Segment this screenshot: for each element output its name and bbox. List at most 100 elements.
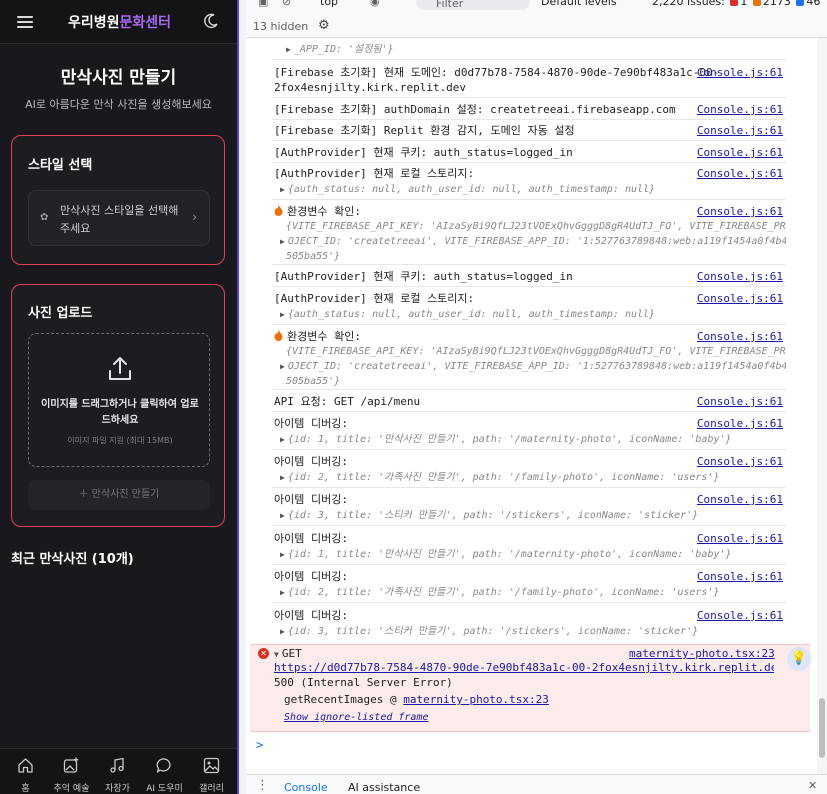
log-source-link[interactable]: Console.js:61 [697, 123, 783, 138]
log-object[interactable]: {id: 2, title: '가족사진 만들기', path: '/famil… [288, 472, 720, 483]
log-message: [AuthProvider] 현재 로컬 스토리지: [274, 292, 475, 305]
drawer-menu-icon[interactable]: ⋮ [256, 778, 269, 793]
log-entry: [Firebase 초기화] 현재 도메인: d0d77b78-7584-487… [272, 62, 786, 98]
log-entry: 환경변수 확인: {VITE_FIREBASE_API_KEY: 'AIzaSy… [272, 201, 786, 265]
console-scrollbar[interactable] [817, 38, 827, 774]
log-object[interactable]: {id: 1, title: '만삭사진 만들기', path: '/mater… [288, 434, 732, 445]
stack-source-link[interactable]: maternity-photo.tsx:23 [403, 693, 549, 706]
log-object[interactable]: {auth_status: null, auth_user_id: null, … [288, 309, 655, 320]
issues-button[interactable]: 2,220 Issues: 1 2173 46 [652, 0, 820, 8]
music-icon [110, 757, 124, 773]
sidebar-toggle-icon[interactable]: ▣ [258, 0, 268, 8]
log-object[interactable]: {auth_status: null, auth_user_id: null, … [288, 184, 655, 195]
style-select-text: 만삭사진 스타일을 선택해주세요 [60, 204, 179, 235]
style-select[interactable]: ✿ 만삭사진 스타일을 선택해주세요 › [28, 190, 210, 246]
log-object[interactable]: {id: 3, title: '스티커 만들기', path: '/sticke… [288, 510, 698, 521]
log-message: 아이템 디버깅: [274, 570, 348, 583]
log-entry: 아이템 디버깅: ▶ {id: 2, title: '가족사진 만들기', pat… [272, 451, 786, 488]
settings-gear-icon[interactable]: ⚙ [318, 18, 330, 33]
log-source-link[interactable]: Console.js:61 [697, 569, 783, 584]
context-select[interactable]: top [320, 0, 338, 8]
brand-logo[interactable]: 우리병원문화센터 [68, 12, 171, 32]
log-entry: API 요청: GET /api/menu Console.js:61 [272, 391, 786, 412]
log-object[interactable]: {id: 2, title: '가족사진 만들기', path: '/famil… [288, 587, 720, 598]
upload-card: 사진 업로드 이미지를 드래그하거나 클릭하여 업로드하세요 이미지 파일 지원… [11, 284, 225, 527]
style-card: 스타일 선택 ✿ 만삭사진 스타일을 선택해주세요 › [11, 135, 225, 265]
eye-icon[interactable]: ◉ [370, 0, 380, 8]
ai-insight-button[interactable]: 💡 [787, 647, 811, 671]
nav-memory-art-label: 추억 예술 [53, 784, 90, 794]
log-source-link[interactable]: Console.js:61 [697, 394, 783, 409]
console-log-area: ▶ _APP_ID: '설정됨'} [Firebase 초기화] 현재 도메인: … [246, 38, 827, 774]
log-entry: 아이템 디버깅: ▶ {id: 3, title: '스티커 만들기', path… [272, 489, 786, 526]
chevron-right-icon: › [192, 210, 197, 224]
sparkle-icon: ✿ [40, 212, 49, 223]
nav-lullaby[interactable]: 자장가 [94, 749, 141, 794]
log-entry: [Firebase 초기화] Replit 환경 감지, 도메인 자동 설정 C… [272, 120, 786, 141]
log-object[interactable]: {VITE_FIREBASE_API_KEY: 'AIzaSyBi9QfLJ23… [286, 219, 786, 234]
nav-gallery[interactable]: 갤러리 [188, 749, 235, 794]
log-message: [AuthProvider] 현재 쿠키: auth_status=logged… [274, 270, 573, 283]
dark-mode-icon[interactable] [203, 13, 219, 29]
log-message: 아이템 디버깅: [274, 609, 348, 622]
nav-ai-helper[interactable]: AI 도우미 [141, 749, 188, 794]
log-message: 아이템 디버깅: [274, 532, 348, 545]
log-source-link[interactable]: Console.js:61 [697, 608, 783, 623]
upload-dropzone[interactable]: 이미지를 드래그하거나 클릭하여 업로드하세요 이미지 파일 지원 (최대 15… [28, 333, 210, 467]
devtools-toolbar: ▣ ⊘ top ◉ Filter Default levels 2,220 Is… [246, 0, 827, 14]
error-status: 500 (Internal Server Error) [274, 676, 453, 689]
log-source-link[interactable]: Console.js:61 [697, 166, 783, 181]
stack-function: getRecentImages @ [284, 693, 397, 706]
upload-icon [109, 357, 131, 380]
log-entry: [AuthProvider] 현재 로컬 스토리지: ▶ {auth_status… [272, 288, 786, 325]
style-card-title: 스타일 선택 [28, 158, 93, 173]
levels-select[interactable]: Default levels [541, 0, 617, 8]
log-source-link[interactable]: Console.js:61 [697, 269, 783, 284]
show-ignore-listed-link[interactable]: Show ignore-listed frame [284, 712, 429, 723]
log-source-link[interactable]: Console.js:61 [697, 65, 783, 80]
panel-divider[interactable] [237, 0, 246, 794]
console-prompt[interactable]: > [256, 738, 263, 752]
error-icon: ✕ [258, 648, 269, 659]
log-object[interactable]: {id: 3, title: '스티커 만들기', path: '/sticke… [288, 626, 698, 637]
gallery-icon [203, 757, 220, 774]
drawer-tabs: ⋮ Console AI assistance ✕ [246, 774, 827, 794]
log-source-link[interactable]: Console.js:61 [697, 291, 783, 306]
log-message: [AuthProvider] 현재 로컬 스토리지: [274, 167, 475, 180]
devtools-toolbar-row2: 13 hidden ⚙ [246, 14, 827, 38]
log-source-link[interactable]: Console.js:61 [697, 492, 783, 507]
nav-memory-art[interactable]: 추억 예술 [48, 749, 95, 794]
app-header: 우리병원문화센터 [0, 0, 237, 44]
close-drawer-icon[interactable]: ✕ [808, 779, 817, 792]
log-message: API 요청: GET /api/menu [274, 395, 421, 408]
log-object[interactable]: {VITE_FIREBASE_API_KEY: 'AIzaSyBi9QfLJ23… [286, 344, 786, 359]
log-object-cont: 505ba55'} [286, 251, 341, 262]
log-source-link[interactable]: Console.js:61 [697, 531, 783, 546]
log-source-link[interactable]: Console.js:61 [697, 454, 783, 469]
log-source-link[interactable]: Console.js:61 [697, 416, 783, 431]
log-object[interactable]: {id: 1, title: '만삭사진 만들기', path: '/mater… [288, 549, 732, 560]
scroll-thumb[interactable] [819, 698, 825, 758]
log-entry: 아이템 디버깅: ▶ {id: 1, title: '만삭사진 만들기', pat… [272, 528, 786, 565]
log-source-link[interactable]: Console.js:61 [697, 204, 783, 219]
menu-icon[interactable] [17, 16, 33, 28]
nav-home[interactable]: 홈 [2, 749, 49, 794]
log-message: [Firebase 초기화] authDomain 설정: createtree… [274, 103, 676, 116]
issues-warnings: 2173 [762, 0, 791, 8]
log-source-link[interactable]: Console.js:61 [697, 145, 783, 160]
hidden-count: 13 hidden [253, 20, 309, 33]
filter-input[interactable]: Filter [416, 0, 530, 10]
clear-console-icon[interactable]: ⊘ [282, 0, 291, 8]
tab-ai-assistance[interactable]: AI assistance [348, 781, 420, 794]
tab-console[interactable]: Console [284, 781, 328, 794]
error-source-link[interactable]: maternity-photo.tsx:23 [629, 647, 775, 660]
log-source-link[interactable]: Console.js:61 [697, 102, 783, 117]
bottom-nav: 홈 추억 예술 자장가 AI 도우미 갤러리 [0, 748, 237, 794]
log-source-link[interactable]: Console.js:61 [697, 329, 783, 344]
error-url-link[interactable]: https://d0d77b78-7584-4870-90de-7e90bf48… [274, 661, 774, 674]
log-entry: [AuthProvider] 현재 로컬 스토리지: ▶ {auth_status… [272, 163, 786, 200]
home-icon [18, 758, 33, 773]
make-photo-label: 만삭사진 만들기 [91, 489, 160, 500]
plus-icon: ＋ [78, 489, 92, 500]
make-photo-button[interactable]: ＋ 만삭사진 만들기 [28, 480, 210, 510]
